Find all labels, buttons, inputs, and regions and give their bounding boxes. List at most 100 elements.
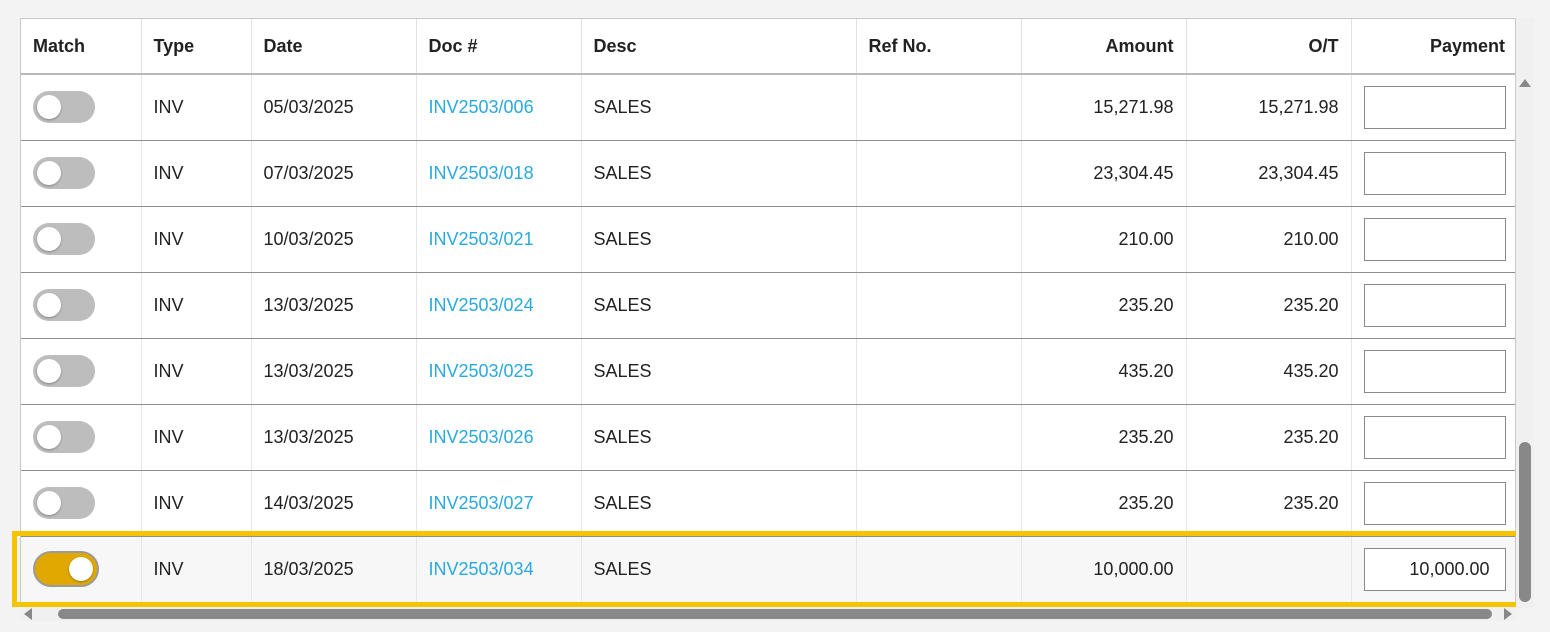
- ot-cell: 235.20: [1186, 404, 1352, 471]
- ot-cell: 235.20: [1186, 470, 1352, 537]
- ref-cell: [856, 470, 1022, 537]
- toggle-knob: [37, 95, 61, 120]
- ot-cell: 210.00: [1186, 206, 1352, 273]
- doc-link[interactable]: INV2503/026: [429, 427, 534, 447]
- vertical-scrollbar[interactable]: [1516, 18, 1534, 608]
- horizontal-scroll-thumb[interactable]: [58, 609, 1492, 619]
- table-row[interactable]: INV 13/03/2025 INV2503/026 SALES 235.20 235.2…: [21, 404, 1515, 471]
- doc-link[interactable]: INV2503/024: [429, 295, 534, 315]
- amount-cell: 235.20: [1021, 470, 1187, 537]
- payment-cell: [1351, 140, 1515, 207]
- ot-cell: 23,304.45: [1186, 140, 1352, 207]
- payment-input[interactable]: [1363, 481, 1506, 525]
- ref-cell: [856, 206, 1022, 273]
- scroll-right-arrow-icon[interactable]: [1504, 608, 1512, 620]
- vertical-scroll-thumb[interactable]: [1519, 442, 1531, 602]
- desc-cell: SALES: [581, 536, 857, 602]
- doc-cell: INV2503/026: [416, 404, 582, 471]
- scroll-down-arrow-icon[interactable]: [1519, 590, 1531, 598]
- column-header-date[interactable]: Date: [251, 19, 417, 75]
- match-toggle[interactable]: [33, 289, 95, 321]
- type-cell: INV: [141, 470, 252, 537]
- date-cell: 14/03/2025: [251, 470, 417, 537]
- horizontal-scrollbar[interactable]: [20, 607, 1516, 621]
- column-header-doc[interactable]: Doc #: [416, 19, 582, 75]
- amount-cell: 235.20: [1021, 272, 1187, 339]
- table-row[interactable]: INV 10/03/2025 INV2503/021 SALES 210.00 210.0…: [21, 206, 1515, 273]
- date-cell: 05/03/2025: [251, 74, 417, 141]
- column-header-payment[interactable]: Payment: [1351, 19, 1515, 75]
- match-toggle[interactable]: [33, 355, 95, 387]
- match-cell: [21, 206, 142, 273]
- doc-cell: INV2503/006: [416, 74, 582, 141]
- type-cell: INV: [141, 536, 252, 602]
- doc-cell: INV2503/027: [416, 470, 582, 537]
- payment-input[interactable]: [1363, 151, 1506, 195]
- match-cell: [21, 140, 142, 207]
- payment-cell: [1351, 74, 1515, 141]
- column-header-type[interactable]: Type: [141, 19, 252, 75]
- toggle-knob: [37, 227, 61, 251]
- table-row[interactable]: INV 07/03/2025 INV2503/018 SALES 23,304.45 23…: [21, 140, 1515, 207]
- match-cell: [21, 272, 142, 339]
- header-row: Match Type Date Doc # Desc Ref No. Amoun…: [21, 19, 1515, 75]
- payment-cell: [1351, 404, 1515, 471]
- ot-cell: 235.20: [1186, 272, 1352, 339]
- match-toggle[interactable]: [33, 551, 99, 588]
- table-row[interactable]: INV 13/03/2025 INV2503/024 SALES 235.20 235.2…: [21, 272, 1515, 339]
- payment-input[interactable]: [1363, 283, 1506, 327]
- doc-link[interactable]: INV2503/021: [429, 229, 534, 249]
- payment-input[interactable]: [1363, 85, 1506, 129]
- ref-cell: [856, 404, 1022, 471]
- doc-link[interactable]: INV2503/018: [429, 163, 534, 183]
- payment-input[interactable]: [1363, 547, 1506, 591]
- ref-cell: [856, 140, 1022, 207]
- amount-cell: 435.20: [1021, 338, 1187, 405]
- match-toggle[interactable]: [33, 157, 95, 189]
- table-row[interactable]: INV 13/03/2025 INV2503/025 SALES 435.20 435.2…: [21, 338, 1515, 405]
- doc-cell: INV2503/018: [416, 140, 582, 207]
- ref-cell: [856, 74, 1022, 141]
- doc-link[interactable]: INV2503/006: [429, 97, 534, 117]
- column-header-amount[interactable]: Amount: [1021, 19, 1187, 75]
- doc-cell: INV2503/025: [416, 338, 582, 405]
- table-row[interactable]: INV 18/03/2025 INV2503/034 SALES 10,000.00: [21, 536, 1515, 602]
- payment-input[interactable]: [1363, 415, 1506, 459]
- desc-cell: SALES: [581, 206, 857, 273]
- desc-cell: SALES: [581, 74, 857, 141]
- table-row[interactable]: INV 14/03/2025 INV2503/027 SALES 235.20 235.2…: [21, 470, 1515, 537]
- doc-cell: INV2503/034: [416, 536, 582, 602]
- doc-link[interactable]: INV2503/034: [429, 559, 534, 579]
- column-header-ot[interactable]: O/T: [1186, 19, 1352, 75]
- ot-cell: 435.20: [1186, 338, 1352, 405]
- column-header-desc[interactable]: Desc: [581, 19, 857, 75]
- payment-cell: [1351, 338, 1515, 405]
- type-cell: INV: [141, 74, 252, 141]
- column-header-match[interactable]: Match: [21, 19, 142, 75]
- match-toggle[interactable]: [33, 223, 95, 255]
- column-header-ref[interactable]: Ref No.: [856, 19, 1022, 75]
- match-toggle[interactable]: [33, 91, 95, 124]
- desc-cell: SALES: [581, 404, 857, 471]
- scroll-up-arrow-icon[interactable]: [1519, 79, 1531, 87]
- doc-cell: INV2503/021: [416, 206, 582, 273]
- match-toggle[interactable]: [33, 487, 95, 519]
- payment-cell: [1351, 470, 1515, 537]
- payment-input[interactable]: [1363, 349, 1506, 393]
- table-body: INV 05/03/2025 INV2503/006 SALES 15,271.98 15…: [21, 74, 1515, 602]
- match-cell: [21, 470, 142, 537]
- amount-cell: 23,304.45: [1021, 140, 1187, 207]
- table-row[interactable]: INV 05/03/2025 INV2503/006 SALES 15,271.98 15…: [21, 74, 1515, 141]
- amount-cell: 15,271.98: [1021, 74, 1187, 141]
- date-cell: 13/03/2025: [251, 272, 417, 339]
- type-cell: INV: [141, 404, 252, 471]
- ref-cell: [856, 338, 1022, 405]
- type-cell: INV: [141, 206, 252, 273]
- payment-input[interactable]: [1363, 217, 1506, 261]
- doc-link[interactable]: INV2503/027: [429, 493, 534, 513]
- match-cell: [21, 404, 142, 471]
- doc-link[interactable]: INV2503/025: [429, 361, 534, 381]
- scroll-left-arrow-icon[interactable]: [24, 608, 32, 620]
- date-cell: 07/03/2025: [251, 140, 417, 207]
- match-toggle[interactable]: [33, 421, 95, 453]
